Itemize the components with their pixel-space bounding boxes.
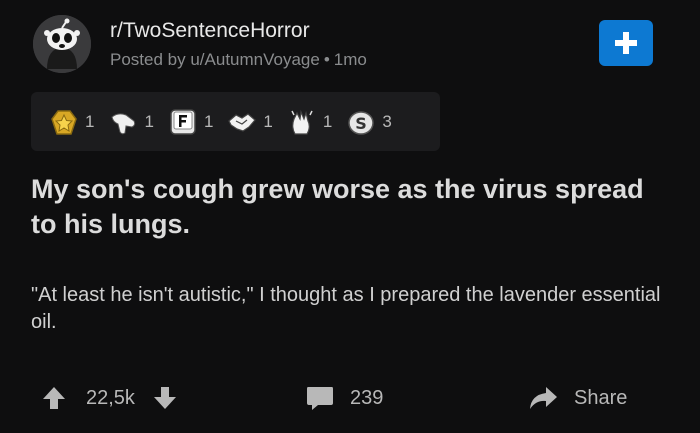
upvote-arrow-icon [43,387,65,409]
award-count: 1 [322,111,333,131]
award-press-f[interactable]: 1 [168,107,213,137]
award-gold[interactable]: 1 [49,107,94,137]
post-meta: Posted by u/AutumnVoyage • 1mo [110,50,367,70]
award-count: 1 [144,111,154,131]
upvote-button[interactable] [40,384,68,412]
ghost-snoo-icon [33,15,91,73]
award-count: 3 [382,111,392,131]
award-clapping[interactable]: 1 [287,107,332,137]
award-count: 1 [203,111,214,131]
award-hand[interactable]: 1 [108,107,154,137]
award-handshake[interactable]: 1 [227,107,273,137]
subreddit-avatar[interactable] [33,15,91,73]
share-label: Share [574,386,628,409]
downvote-button[interactable] [151,384,179,412]
svg-text:S: S [356,114,368,133]
award-count: 1 [85,111,95,131]
post-actions: 22,5k 239 Share [0,375,700,421]
meta-separator: • [323,50,330,69]
award-count: 1 [263,111,273,131]
vote-count: 22,5k [86,386,135,409]
silver-s-award-icon: S [348,110,375,135]
handshake-award-icon [228,112,257,132]
subreddit-name[interactable]: r/TwoSentenceHorror [110,19,310,43]
posted-by-label: Posted by [110,50,186,69]
comment-bubble-icon [307,387,333,410]
author-link[interactable]: u/AutumnVoyage [190,50,319,69]
downvote-arrow-icon [153,387,176,409]
share-button[interactable]: Share [527,375,627,421]
post-title[interactable]: My son's cough grew worse as the virus s… [31,172,671,242]
post-body: "At least he isn't autistic," I thought … [31,284,661,333]
vote-group: 22,5k [40,375,179,421]
gold-star-award-icon [51,109,77,135]
hand-award-icon [111,112,136,134]
award-silver[interactable]: S 3 [346,107,392,137]
plus-icon [615,32,637,54]
clapping-hands-award-icon [291,109,313,135]
post-age: 1mo [333,50,367,69]
comments-button[interactable]: 239 [305,375,383,421]
join-button[interactable] [599,20,653,66]
awards-bar: 1 1 1 1 1 S 3 [31,92,440,151]
share-arrow-icon [530,387,557,409]
comment-count: 239 [350,386,384,409]
press-f-award-icon [170,108,196,135]
